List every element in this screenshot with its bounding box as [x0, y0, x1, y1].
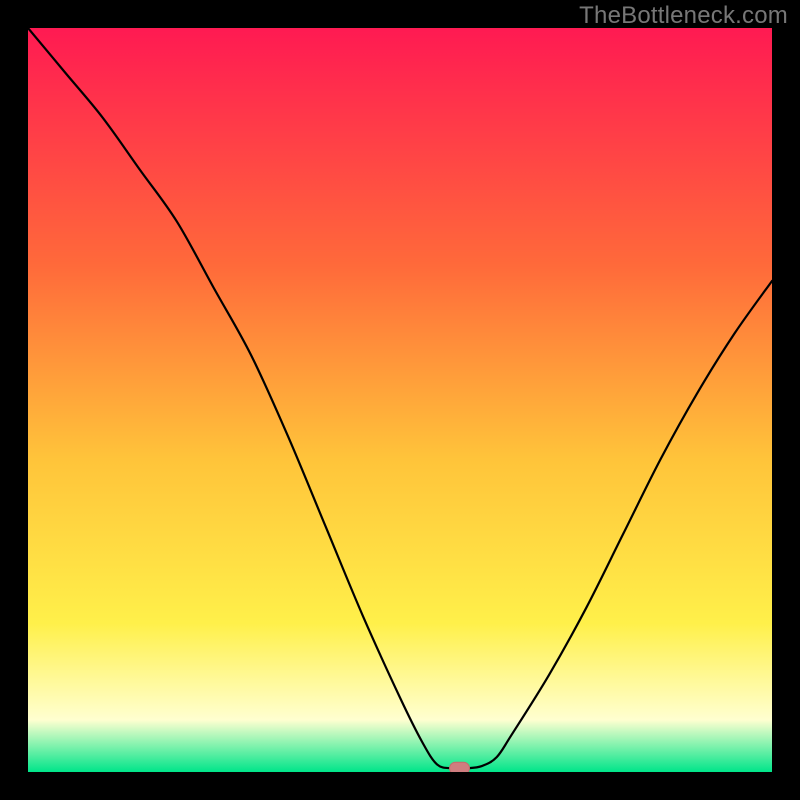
watermark-text: TheBottleneck.com — [579, 2, 788, 30]
optimal-marker — [450, 762, 470, 772]
plot-area — [28, 28, 772, 772]
chart-frame: TheBottleneck.com — [0, 0, 800, 800]
gradient-background — [28, 28, 772, 772]
bottleneck-plot — [28, 28, 772, 772]
